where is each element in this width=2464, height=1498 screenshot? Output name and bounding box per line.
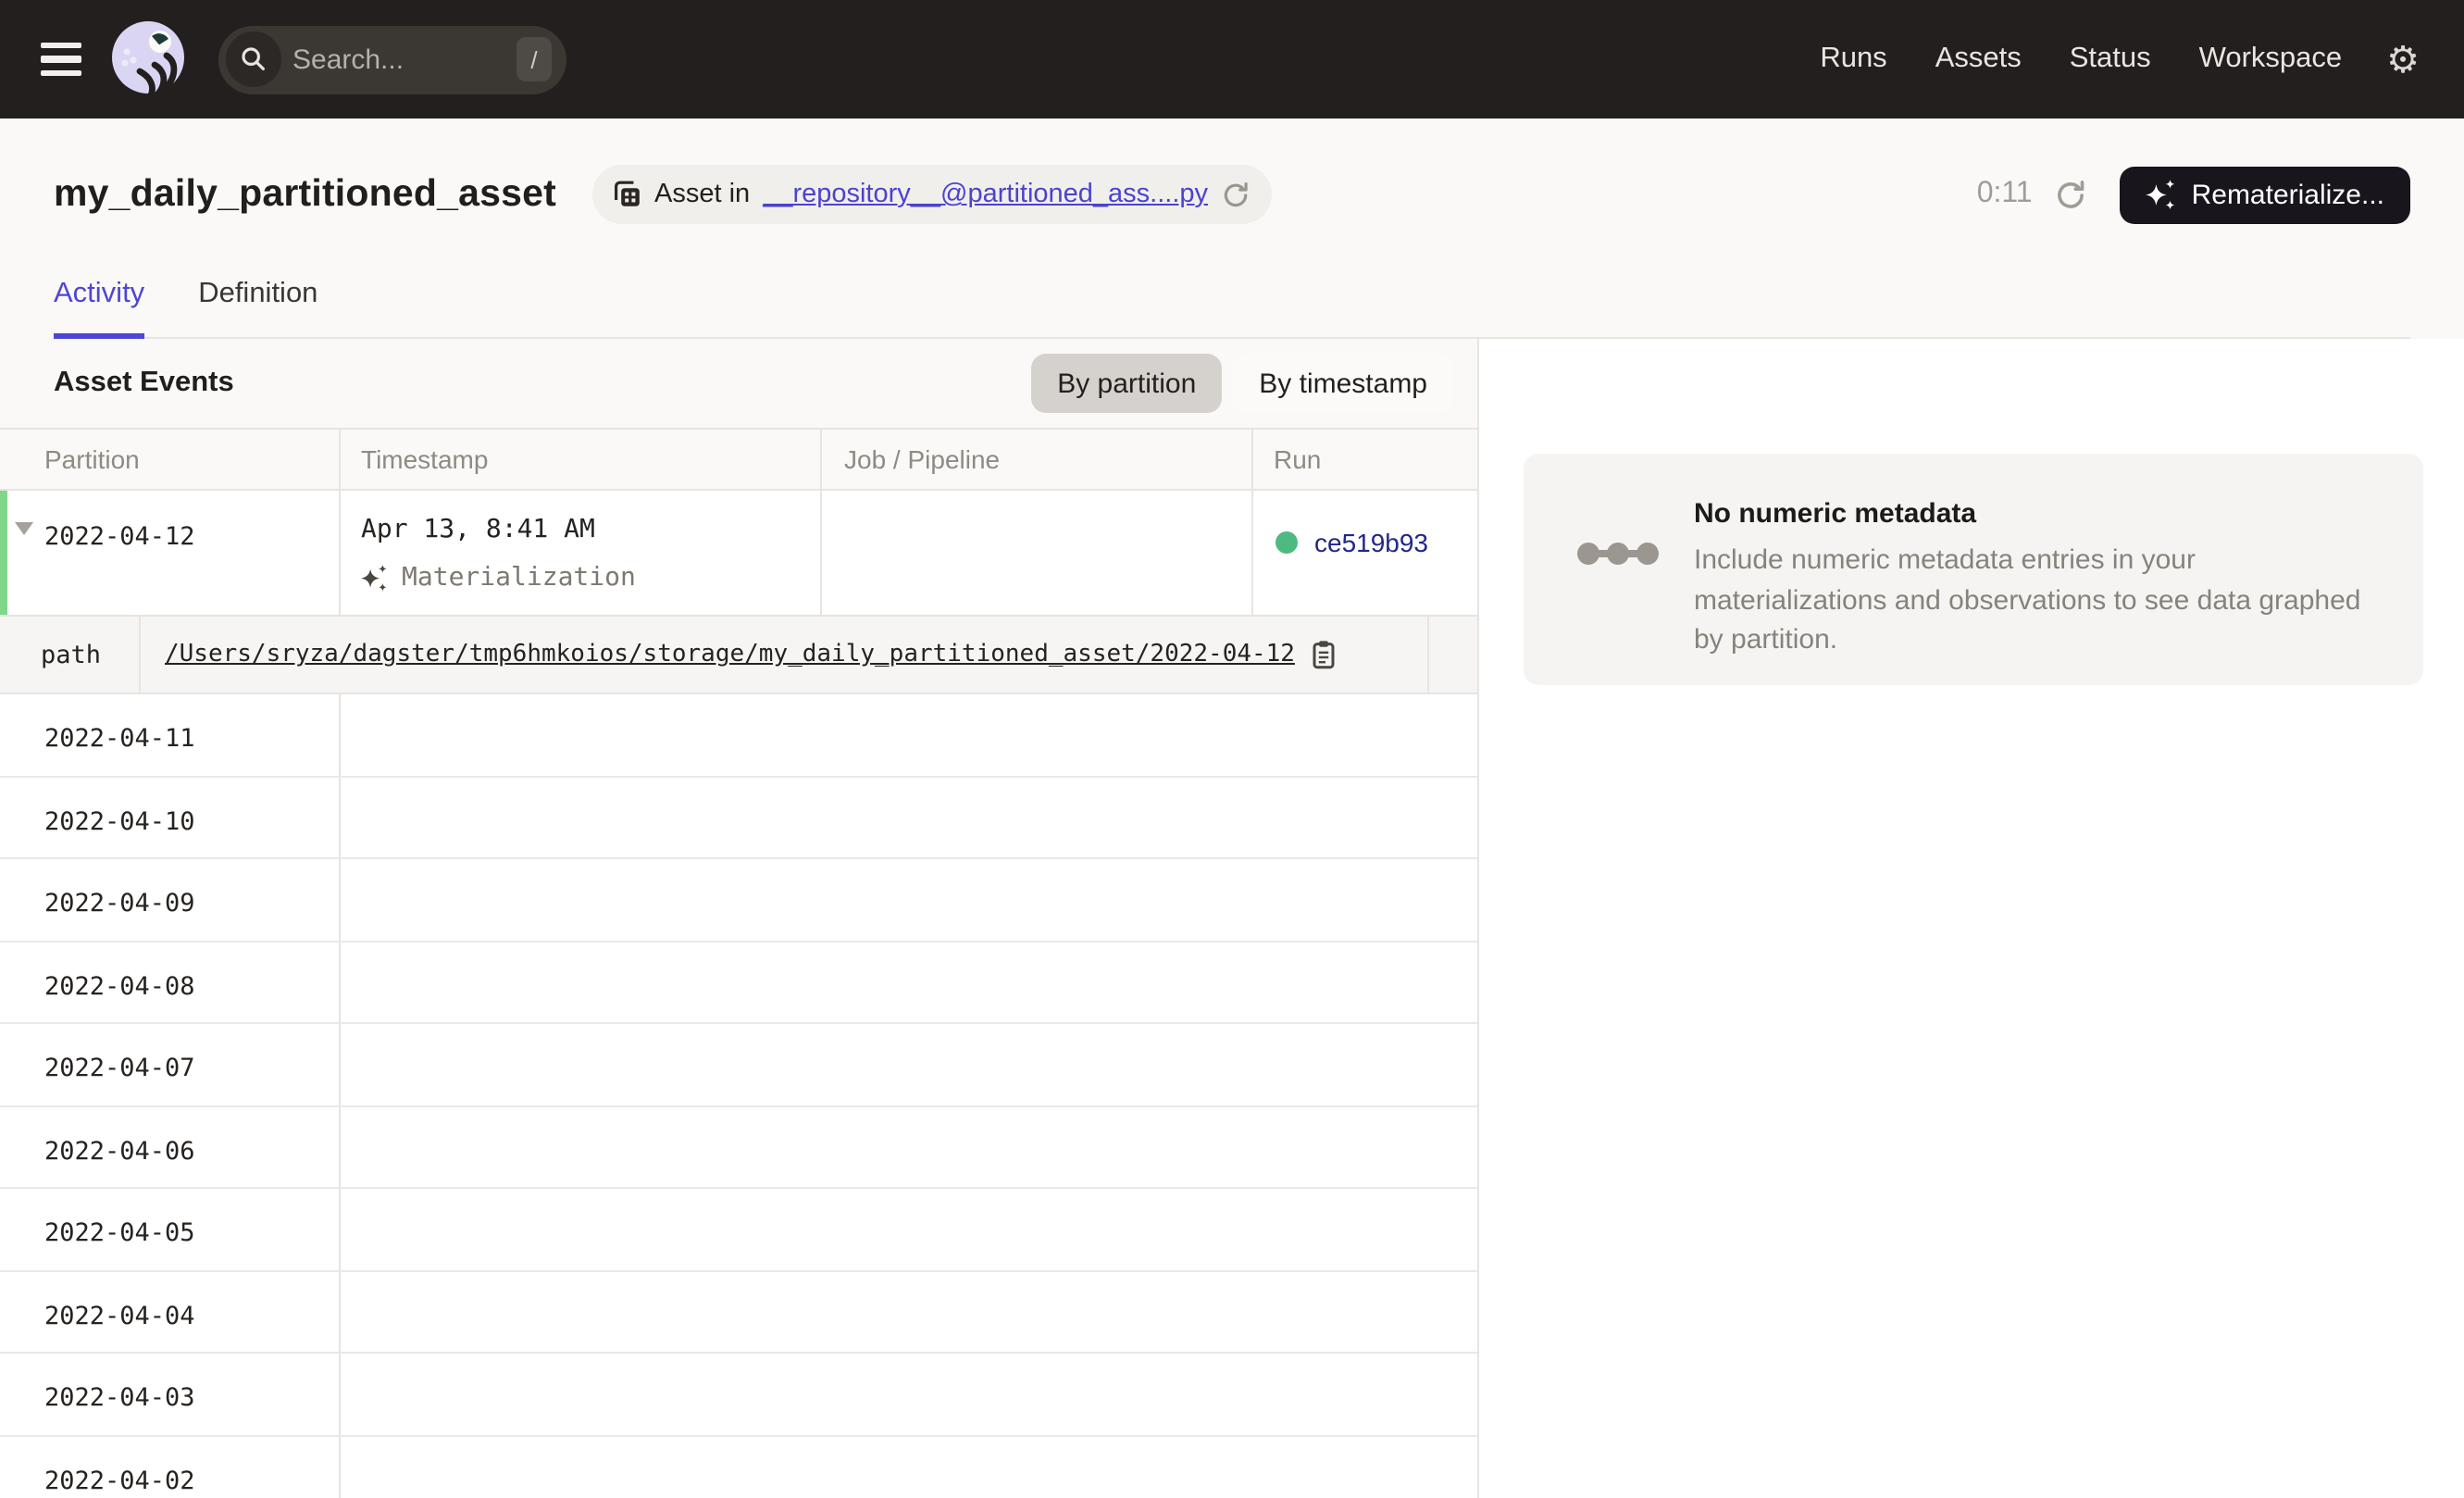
metadata-row: path /Users/sryza/dagster/tmp6hmkoios/st…: [0, 615, 1477, 694]
partition-label: 2022-04-09: [44, 889, 195, 918]
by-partition-toggle[interactable]: By partition: [1031, 354, 1222, 413]
column-header-job: Job / Pipeline: [822, 430, 1253, 489]
timeline-dots-icon: [1575, 498, 1694, 685]
empty-state-title: No numeric metadata: [1694, 498, 2375, 530]
settings-gear-icon[interactable]: ⚙: [2386, 41, 2420, 78]
column-header-partition: Partition: [0, 430, 341, 489]
search-input[interactable]: [281, 44, 516, 75]
metadata-plots-pane: No numeric metadata Include numeric meta…: [1479, 339, 2464, 1498]
table-row[interactable]: 2022-04-09: [0, 859, 1477, 942]
partition-label: 2022-04-02: [44, 1466, 195, 1495]
event-timestamp: Apr 13, 8:41 AM: [361, 515, 820, 544]
asset-in-label: Asset in: [654, 180, 750, 209]
nav-link-assets[interactable]: Assets: [1935, 43, 2022, 76]
partition-label: 2022-04-10: [44, 806, 195, 836]
asset-events-pane: Asset Events By partition By timestamp P…: [0, 339, 1479, 1498]
materialized-status-bar: [0, 491, 7, 615]
repository-link[interactable]: __repository__@partitioned_ass....py: [763, 180, 1208, 209]
partition-label: 2022-04-06: [44, 1136, 195, 1166]
partition-row-list: 2022-04-11 2022-04-10 2022-04-09 2022-04…: [0, 694, 1477, 1498]
partition-label: 2022-04-12: [44, 522, 195, 552]
event-type-label: Materialization: [402, 563, 636, 593]
table-row[interactable]: 2022-04-05: [0, 1189, 1477, 1271]
asset-events-heading: Asset Events: [54, 367, 234, 400]
run-status-dot: [1276, 531, 1298, 554]
collapse-caret-icon[interactable]: [15, 522, 33, 535]
column-header-timestamp: Timestamp: [341, 430, 822, 489]
nav-links: Runs Assets Status Workspace: [1820, 43, 2342, 76]
partition-label: 2022-04-08: [44, 971, 195, 1001]
tab-bar: Activity Definition: [54, 233, 2410, 339]
search-icon: [226, 31, 281, 87]
asset-origin-badge: Asset in __repository__@partitioned_ass.…: [591, 165, 1271, 224]
by-timestamp-toggle[interactable]: By timestamp: [1233, 354, 1453, 413]
no-numeric-metadata-card: No numeric metadata Include numeric meta…: [1524, 454, 2423, 685]
run-id-link[interactable]: ce519b93: [1314, 528, 1428, 557]
asset-events-table: Partition Timestamp Job / Pipeline Run 2…: [0, 428, 1477, 1498]
table-row[interactable]: 2022-04-04: [0, 1271, 1477, 1354]
dagster-app: / Runs Assets Status Workspace ⚙ my_dail…: [0, 0, 2464, 1498]
refresh-timer: 0:11: [1977, 178, 2033, 211]
metadata-path-link[interactable]: /Users/sryza/dagster/tmp6hmkoios/storage…: [165, 641, 1295, 668]
nav-link-workspace[interactable]: Workspace: [2199, 43, 2343, 76]
top-nav: / Runs Assets Status Workspace ⚙: [0, 0, 2464, 119]
page-title: my_daily_partitioned_asset: [54, 172, 556, 217]
nav-link-status[interactable]: Status: [2070, 43, 2151, 76]
partition-label: 2022-04-03: [44, 1383, 195, 1413]
partition-label: 2022-04-04: [44, 1301, 195, 1330]
copy-clipboard-icon[interactable]: [1312, 639, 1338, 670]
partition-label: 2022-04-11: [44, 724, 195, 754]
table-row[interactable]: 2022-04-10: [0, 777, 1477, 859]
dagster-logo-icon[interactable]: [107, 17, 193, 102]
refresh-page-icon[interactable]: [2055, 179, 2086, 210]
table-header-row: Partition Timestamp Job / Pipeline Run: [0, 430, 1477, 489]
metadata-key: path: [0, 617, 139, 693]
search-shortcut-key: /: [516, 37, 552, 81]
job-pipeline-cell: [822, 491, 1253, 615]
table-row[interactable]: 2022-04-08: [0, 942, 1477, 1024]
sparkle-icon: [2146, 179, 2177, 210]
repository-icon: [612, 180, 641, 209]
table-row[interactable]: 2022-04-06: [0, 1106, 1477, 1189]
table-row[interactable]: 2022-04-02: [0, 1436, 1477, 1498]
page-header: my_daily_partitioned_asset Asset in __re…: [0, 119, 2464, 339]
table-row-expanded[interactable]: 2022-04-12 Apr 13, 8:41 AM Materializati…: [0, 489, 1477, 615]
tab-definition[interactable]: Definition: [198, 278, 317, 337]
table-row[interactable]: 2022-04-07: [0, 1024, 1477, 1106]
nav-link-runs[interactable]: Runs: [1820, 43, 1886, 76]
table-row[interactable]: 2022-04-03: [0, 1354, 1477, 1436]
reload-repository-icon[interactable]: [1221, 181, 1249, 208]
rematerialize-button[interactable]: Rematerialize...: [2120, 166, 2410, 223]
partition-label: 2022-04-05: [44, 1218, 195, 1248]
table-row[interactable]: 2022-04-11: [0, 694, 1477, 777]
tab-activity[interactable]: Activity: [54, 278, 144, 337]
hamburger-menu-icon[interactable]: [41, 43, 81, 75]
empty-state-body: Include numeric metadata entries in your…: [1694, 541, 2375, 660]
partition-label: 2022-04-07: [44, 1054, 195, 1083]
column-header-run: Run: [1253, 430, 1477, 489]
materialization-sparkle-icon: [361, 564, 389, 592]
global-search[interactable]: /: [218, 25, 566, 94]
